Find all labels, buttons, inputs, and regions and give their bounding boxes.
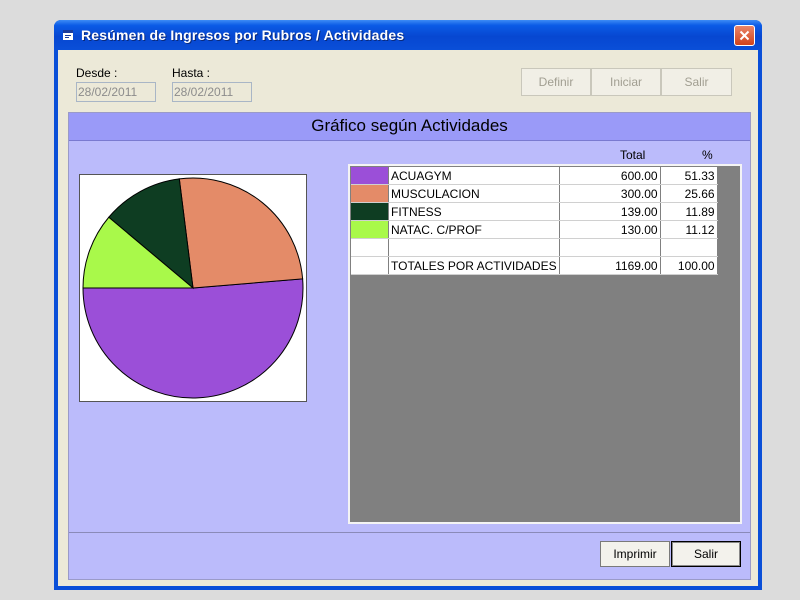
window-app-icon <box>63 30 73 40</box>
color-swatch <box>351 184 389 203</box>
close-button[interactable] <box>734 25 755 46</box>
activity-total: 130.00 <box>559 220 661 239</box>
activity-name: MUSCULACION <box>388 184 560 203</box>
table-row-empty[interactable] <box>351 238 718 257</box>
table-row[interactable]: FITNESS 139.00 11.89 <box>351 202 718 221</box>
data-grid-table: ACUAGYM 600.00 51.33 MUSCULACION 300.00 … <box>351 167 718 275</box>
table-row[interactable]: ACUAGYM 600.00 51.33 <box>351 167 718 185</box>
activity-percent: 11.12 <box>660 220 718 239</box>
activity-total: 300.00 <box>559 184 661 203</box>
desde-label: Desde : <box>76 66 118 80</box>
window-client-area: Desde : 28/02/2011 Hasta : 28/02/2011 De… <box>58 50 758 586</box>
empty-cell <box>660 238 718 257</box>
color-swatch <box>351 202 389 221</box>
close-icon <box>739 30 750 41</box>
pie-slice-musculacion <box>178 177 304 289</box>
salir-button[interactable]: Salir <box>671 541 741 567</box>
chart-panel: Gráfico según Actividades Total % ACUAGY… <box>68 112 751 580</box>
totals-total: 1169.00 <box>559 256 661 275</box>
title-bar[interactable]: Resúmen de Ingresos por Rubros / Activid… <box>54 20 762 50</box>
activity-name: NATAC. C/PROF <box>388 220 560 239</box>
salir-top-button[interactable]: Salir <box>661 68 732 96</box>
hasta-label: Hasta : <box>172 66 211 80</box>
activity-name: FITNESS <box>388 202 560 221</box>
pie-chart <box>79 174 307 402</box>
pie-slice-acuagym <box>82 278 304 399</box>
table-row[interactable]: NATAC. C/PROF 130.00 11.12 <box>351 220 718 239</box>
activity-percent: 51.33 <box>660 167 718 185</box>
pie-chart-svg <box>82 177 304 399</box>
activity-name: ACUAGYM <box>388 167 560 185</box>
data-grid[interactable]: ACUAGYM 600.00 51.33 MUSCULACION 300.00 … <box>348 164 742 524</box>
panel-title: Gráfico según Actividades <box>69 113 750 141</box>
window-title: Resúmen de Ingresos por Rubros / Activid… <box>81 27 405 43</box>
definir-button[interactable]: Definir <box>521 68 591 96</box>
desde-date-field[interactable]: 28/02/2011 <box>76 82 156 102</box>
column-header-total: Total <box>620 148 646 162</box>
table-row[interactable]: MUSCULACION 300.00 25.66 <box>351 184 718 203</box>
activity-percent: 25.66 <box>660 184 718 203</box>
totals-percent: 100.00 <box>660 256 718 275</box>
iniciar-button[interactable]: Iniciar <box>591 68 661 96</box>
report-window: Resúmen de Ingresos por Rubros / Activid… <box>54 20 762 590</box>
color-swatch <box>351 220 389 239</box>
hasta-date-field[interactable]: 28/02/2011 <box>172 82 252 102</box>
panel-divider <box>69 532 750 533</box>
totals-label: TOTALES POR ACTIVIDADES <box>388 256 560 275</box>
empty-cell <box>559 238 661 257</box>
color-swatch <box>351 167 389 185</box>
activity-total: 600.00 <box>559 167 661 185</box>
activity-percent: 11.89 <box>660 202 718 221</box>
imprimir-button[interactable]: Imprimir <box>600 541 670 567</box>
empty-cell <box>388 238 560 257</box>
column-header-percent: % <box>702 148 713 162</box>
empty-cell <box>351 256 389 275</box>
activity-total: 139.00 <box>559 202 661 221</box>
totals-row[interactable]: TOTALES POR ACTIVIDADES 1169.00 100.00 <box>351 256 718 275</box>
empty-cell <box>351 238 389 257</box>
